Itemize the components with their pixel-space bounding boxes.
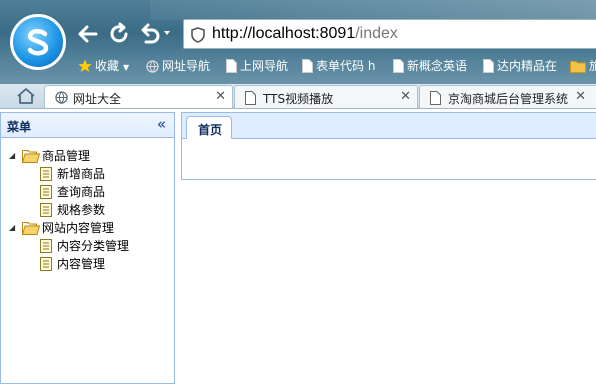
bookmark-label: 达内精品在 bbox=[497, 59, 558, 73]
star-icon bbox=[78, 59, 92, 78]
page-icon bbox=[245, 91, 256, 108]
tree-item-label: 内容分类管理 bbox=[57, 239, 130, 253]
undo-dropdown-icon[interactable] bbox=[162, 28, 172, 52]
browser-tab-label: 网址大全 bbox=[73, 92, 122, 106]
main-content: 首页 bbox=[181, 112, 596, 384]
page-icon bbox=[393, 59, 404, 78]
bookmark-label: 网址导航 bbox=[162, 59, 211, 73]
tab-home[interactable]: 首页 bbox=[186, 116, 232, 140]
tree-item-label: 新增商品 bbox=[57, 167, 106, 181]
file-icon bbox=[40, 167, 52, 186]
tree-item-label: 查询商品 bbox=[57, 185, 106, 199]
file-icon bbox=[40, 257, 52, 276]
bookmark-label: 表单代码 h bbox=[316, 59, 376, 73]
folder-icon bbox=[570, 60, 586, 78]
browser-tab-bar: 网址大全 ✕ TTS视频播放 ✕ 京淘商城后台管理系统 ✕ bbox=[0, 84, 596, 109]
bookmark-item[interactable]: 网址导航 bbox=[146, 57, 210, 75]
address-host: http://localhost:8091 bbox=[212, 25, 356, 42]
bookmark-label: 旅 bbox=[589, 59, 596, 73]
home-button[interactable] bbox=[2, 84, 42, 108]
browser-toolbar: http://localhost:8091/index 收藏 ▼ 网址导航 上网导… bbox=[0, 0, 596, 84]
shield-icon bbox=[190, 27, 206, 46]
dropdown-arrow-icon: ▼ bbox=[123, 63, 130, 72]
undo-icon[interactable] bbox=[138, 22, 162, 46]
file-icon bbox=[40, 185, 52, 204]
page-icon bbox=[226, 59, 237, 78]
page-icon bbox=[430, 91, 441, 108]
browser-tab[interactable]: 京淘商城后台管理系统 ✕ bbox=[419, 85, 596, 108]
collapse-panel-icon[interactable]: « bbox=[157, 115, 166, 133]
back-arrow-icon[interactable] bbox=[76, 22, 100, 46]
browser-tab-label: TTS视频播放 bbox=[263, 92, 334, 106]
content-tab-strip: 首页 bbox=[181, 112, 596, 140]
bookmark-item[interactable]: 达内精品在 bbox=[483, 57, 557, 75]
toolbar-background bbox=[150, 0, 596, 20]
tree-item-label: 规格参数 bbox=[57, 203, 106, 217]
tab-home-label: 首页 bbox=[198, 123, 223, 137]
tab-home-panel bbox=[181, 139, 596, 180]
close-tab-icon[interactable]: ✕ bbox=[575, 89, 586, 104]
address-bar[interactable]: http://localhost:8091/index bbox=[183, 19, 596, 49]
tree-group-label: 商品管理 bbox=[42, 149, 91, 163]
browser-tab[interactable]: TTS视频播放 ✕ bbox=[234, 85, 418, 108]
refresh-icon[interactable] bbox=[107, 22, 131, 46]
address-url[interactable]: http://localhost:8091/index bbox=[212, 25, 398, 43]
file-icon bbox=[40, 239, 52, 258]
menu-panel-title: 菜单 bbox=[7, 120, 32, 134]
expand-arrow-icon[interactable]: ◢ bbox=[9, 219, 15, 237]
browser-tab[interactable]: 网址大全 ✕ bbox=[44, 85, 233, 108]
page-icon bbox=[483, 59, 494, 78]
bookmark-item[interactable]: 新概念英语 bbox=[393, 57, 467, 75]
address-path: /index bbox=[355, 25, 398, 42]
close-tab-icon[interactable]: ✕ bbox=[400, 89, 411, 104]
bookmark-label: 新概念英语 bbox=[407, 59, 468, 73]
bookmark-item[interactable]: 表单代码 h bbox=[302, 57, 375, 75]
menu-panel: 菜单 « ◢ 商品管理 新增商品 查询商品 规格参数 ◢ 网站内容管理 内容分类… bbox=[0, 112, 175, 384]
bookmark-item[interactable]: 上网导航 bbox=[226, 57, 288, 75]
menu-panel-header: 菜单 « bbox=[1, 113, 174, 138]
bookmark-label: 收藏 bbox=[95, 59, 120, 73]
globe-icon bbox=[146, 60, 159, 78]
bookmark-favorites[interactable]: 收藏 ▼ bbox=[78, 57, 129, 75]
folder-open-icon bbox=[21, 221, 41, 240]
globe-icon bbox=[55, 91, 68, 107]
close-tab-icon[interactable]: ✕ bbox=[215, 89, 226, 104]
home-icon bbox=[17, 88, 35, 104]
tree-group-label: 网站内容管理 bbox=[42, 221, 115, 235]
bookmark-item[interactable]: 旅 bbox=[570, 57, 596, 75]
expand-arrow-icon[interactable]: ◢ bbox=[9, 147, 15, 165]
tree-item-label: 内容管理 bbox=[57, 257, 106, 271]
page-icon bbox=[302, 59, 313, 78]
sogou-logo-icon[interactable] bbox=[10, 14, 66, 70]
folder-open-icon bbox=[21, 149, 41, 168]
browser-tab-label: 京淘商城后台管理系统 bbox=[448, 92, 569, 106]
bookmark-label: 上网导航 bbox=[240, 59, 289, 73]
